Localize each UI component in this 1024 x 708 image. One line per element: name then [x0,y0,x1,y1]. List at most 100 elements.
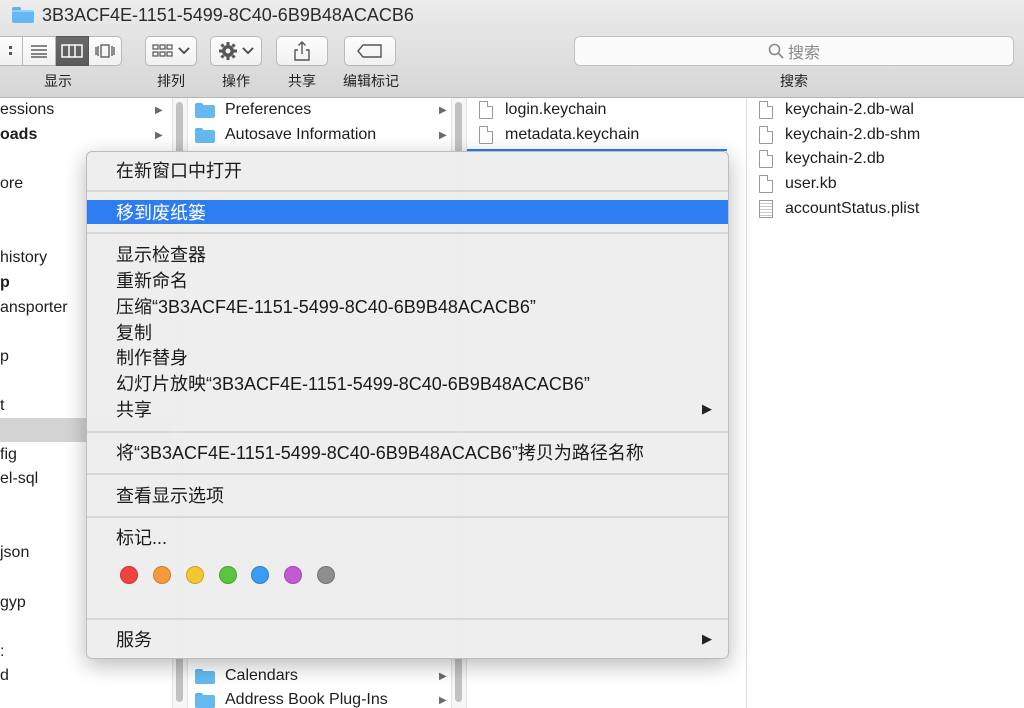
list-item-calendars[interactable]: Calendars ▶ [195,664,449,688]
menu-item-rename[interactable]: 重新命名 [87,268,728,292]
list-item-login-keychain[interactable]: login.keychain [479,98,606,122]
menu-item-slideshow[interactable]: 幻灯片放映“3B3ACF4E-1151-5499-8C40-6B9B48ACAC… [87,371,728,395]
menu-separator [87,618,728,620]
menu-item-copy[interactable]: 复制 [87,320,728,344]
disclosure-arrow-icon: ▶ [439,129,447,141]
menu-item-label: 共享 [116,400,152,420]
menu-item-label: 标记... [116,528,168,548]
menu-item-label: 将“3B3ACF4E-1151-5499-8C40-6B9B48ACACB6”拷… [116,443,644,463]
item-label: accountStatus.plist [785,200,920,217]
list-item[interactable]: oads ▶ [0,123,172,147]
column-4: keychain-2.db-wal keychain-2.db-shm keyc… [747,98,1024,708]
item-label: el-sql [0,470,39,487]
edit-tags-button[interactable] [344,36,396,66]
menu-item-tags[interactable]: 标记... [87,525,728,549]
item-label: : [0,643,5,660]
menu-item-label: 服务 [116,630,152,650]
file-icon [479,101,493,119]
file-icon [759,150,773,168]
disclosure-arrow-icon: ▶ [155,129,163,141]
list-view-button[interactable] [23,36,56,66]
menu-item-services[interactable]: 服务 ▶ [87,627,728,651]
menu-item-label: 移到废纸篓 [116,203,206,223]
list-item-keychain-db-wal[interactable]: keychain-2.db-wal [759,98,914,122]
submenu-arrow-icon: ▶ [702,401,712,416]
item-label: Preferences [225,101,312,118]
edit-tags-label: 编辑标记 [343,73,399,89]
search-placeholder: 搜索 [787,45,820,62]
menu-item-show-inspector[interactable]: 显示检查器 [87,242,728,266]
coverflow-icon [95,44,115,58]
grid-icon [8,46,12,55]
menu-item-label: 在新窗口中打开 [116,161,242,181]
view-label: 显示 [44,73,72,89]
list-item-metadata-keychain[interactable]: metadata.keychain [479,123,639,147]
folder-icon [195,692,215,708]
disclosure-arrow-icon: ▶ [439,694,447,706]
tag-color-yellow[interactable] [186,566,204,584]
column-view-button[interactable] [56,36,89,66]
list-item-address-book-plug-ins[interactable]: Address Book Plug-Ins ▶ [195,688,449,708]
menu-item-make-alias[interactable]: 制作替身 [87,345,728,369]
item-label: keychain-2.db-shm [785,126,921,143]
folder-icon [12,7,34,23]
arrange-label: 排列 [157,73,185,89]
menu-item-compress[interactable]: 压缩“3B3ACF4E-1151-5499-8C40-6B9B48ACACB6” [87,294,728,318]
file-icon [759,175,773,193]
coverflow-view-button[interactable] [89,36,122,66]
menu-separator [87,473,728,475]
menu-item-label: 重新命名 [116,271,188,291]
menu-item-show-view-options[interactable]: 查看显示选项 [87,483,728,507]
columns-icon [61,44,83,58]
arrange-grid-icon [152,44,173,57]
menu-item-open-in-new-window[interactable]: 在新窗口中打开 [87,158,728,182]
menu-item-move-to-trash[interactable]: 移到废纸篓 [87,200,728,224]
list-item[interactable]: essions ▶ [0,98,172,122]
list-item[interactable]: d [0,664,172,688]
item-label: login.keychain [505,101,607,118]
item-label: Address Book Plug-Ins [225,691,388,708]
tag-color-blue[interactable] [251,566,269,584]
item-label: d [0,667,9,684]
item-label: t [0,397,5,414]
search-field[interactable]: 搜索 [574,36,1014,66]
menu-item-label: 压缩“3B3ACF4E-1151-5499-8C40-6B9B48ACACB6” [116,297,536,317]
arrange-button[interactable] [145,36,197,66]
disclosure-arrow-icon: ▶ [439,670,447,682]
item-label: history [0,249,48,266]
item-label: Calendars [225,667,298,684]
window-titlebar: 3B3ACF4E-1151-5499-8C40-6B9B48ACACB6 [12,3,414,27]
tag-color-purple[interactable] [284,566,302,584]
plist-file-icon [759,200,773,218]
icon-view-button[interactable] [0,36,23,66]
folder-icon [195,668,215,684]
tag-color-gray[interactable] [317,566,335,584]
item-label: ore [0,175,24,192]
item-label: keychain-2.db [785,150,885,167]
list-item-keychain-db[interactable]: keychain-2.db [759,147,885,171]
share-button[interactable] [276,36,328,66]
action-label: 操作 [222,73,250,89]
list-item-preferences[interactable]: Preferences ▶ [195,98,449,122]
file-icon [479,126,493,144]
chevron-down-icon [178,47,190,55]
view-mode-control [0,36,122,66]
search-icon [768,43,784,59]
action-button[interactable] [210,36,262,66]
list-item-accountstatus-plist[interactable]: accountStatus.plist [759,197,919,221]
menu-item-label: 显示检查器 [116,245,206,265]
menu-item-label: 复制 [116,323,152,343]
toolbar: 3B3ACF4E-1151-5499-8C40-6B9B48ACACB6 显示 … [0,0,1024,98]
list-item-keychain-db-shm[interactable]: keychain-2.db-shm [759,123,920,147]
menu-item-share[interactable]: 共享 ▶ [87,397,728,421]
list-icon [31,45,47,58]
tag-color-green[interactable] [219,566,237,584]
tag-color-red[interactable] [120,566,138,584]
disclosure-arrow-icon: ▶ [439,104,447,116]
chevron-down-icon [242,47,254,55]
menu-item-copy-as-pathname[interactable]: 将“3B3ACF4E-1151-5499-8C40-6B9B48ACACB6”拷… [87,440,728,464]
list-item-autosave-information[interactable]: Autosave Information ▶ [195,123,449,147]
list-item-user-kb[interactable]: user.kb [759,172,837,196]
submenu-arrow-icon: ▶ [702,631,712,646]
tag-color-orange[interactable] [153,566,171,584]
